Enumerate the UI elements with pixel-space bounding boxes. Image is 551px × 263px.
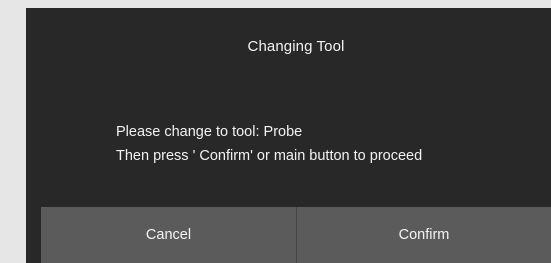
message-line-tool: Please change to tool: Probe [116, 124, 303, 140]
confirm-button[interactable]: Confirm [297, 207, 551, 263]
message-line-instruction: Then press ' Confirm' or main button to … [116, 148, 423, 164]
cancel-button[interactable]: Cancel [41, 207, 297, 263]
change-tool-dialog: Changing Tool Please change to tool: Pro… [26, 8, 551, 263]
dialog-title: Changing Tool [247, 38, 345, 55]
dialog-button-bar: Cancel Confirm [41, 207, 551, 263]
dialog-message: Please change to tool: Probe Then press … [116, 120, 422, 168]
